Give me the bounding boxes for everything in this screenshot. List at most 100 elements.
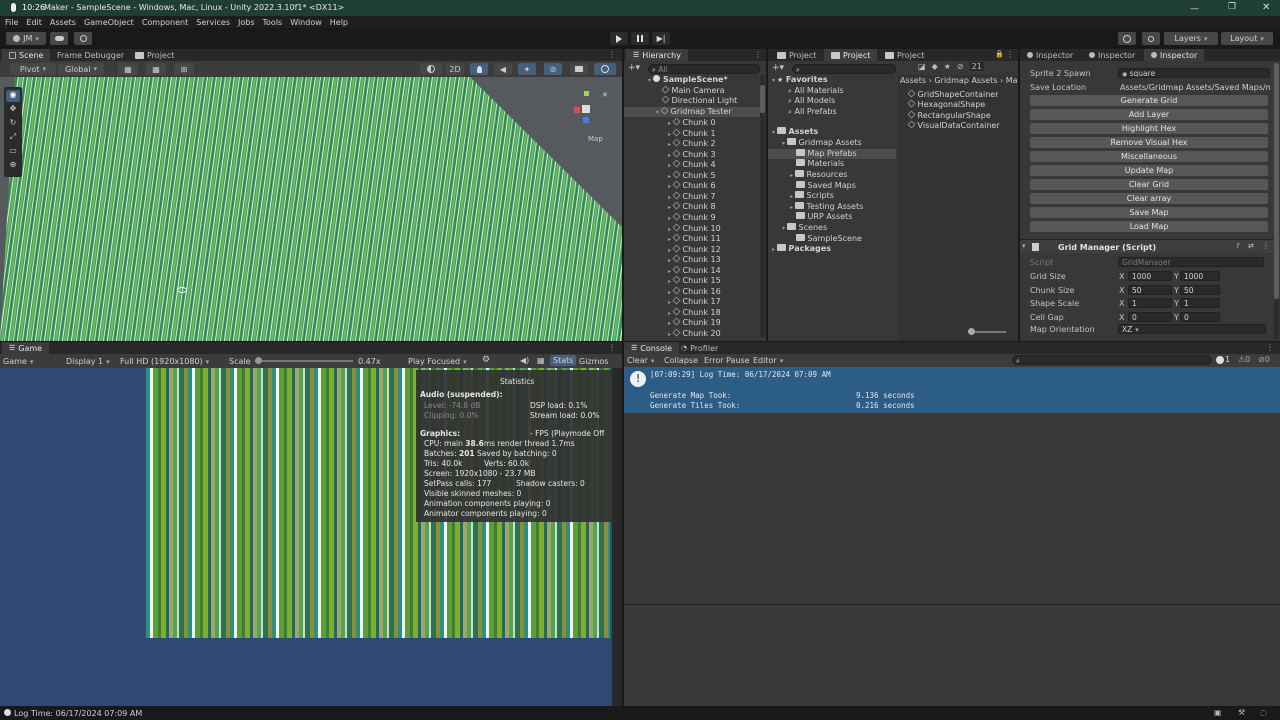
account-dropdown[interactable]: JM xyxy=(6,32,46,45)
grid-size-x-field[interactable]: 1000 xyxy=(1128,271,1172,281)
tab-frame-debugger[interactable]: Frame Debugger xyxy=(50,49,131,61)
menu-assets[interactable]: Assets xyxy=(50,18,76,27)
folder-urp-assets[interactable]: URP Assets xyxy=(796,212,852,222)
audio-toggle[interactable]: ◀ xyxy=(494,63,512,75)
sprite-spawn-field[interactable]: ◉ square xyxy=(1118,68,1270,78)
miscellaneous-button[interactable]: Miscellaneous xyxy=(1030,151,1268,162)
minimize-icon[interactable]: — xyxy=(1190,4,1199,14)
rect-tool-icon[interactable]: ▭ xyxy=(6,146,20,158)
debug-mode-icon[interactable]: ⚒ xyxy=(1238,708,1245,717)
hierarchy-item-chunk[interactable]: ▸ Chunk 16 xyxy=(666,286,721,297)
resolution-dropdown[interactable]: Full HD (1920x1080) xyxy=(120,357,209,366)
layers-dropdown[interactable]: Layers xyxy=(1164,32,1218,45)
hierarchy-item-chunk[interactable]: ▸ Chunk 0 xyxy=(666,118,716,128)
camera-settings-button[interactable] xyxy=(570,63,588,75)
remove-visual-hex-button[interactable]: Remove Visual Hex xyxy=(1030,137,1268,148)
cache-server-icon[interactable]: ◌ xyxy=(1260,708,1267,717)
menu-window[interactable]: Window xyxy=(290,18,322,27)
hierarchy-item-chunk[interactable]: ▸ Chunk 20 xyxy=(666,329,721,339)
lock-icon[interactable]: 🔒 xyxy=(995,50,1004,58)
folder-testing-assets[interactable]: ▸ Testing Assets xyxy=(788,202,863,212)
orientation-gizmo[interactable]: ✕ Map xyxy=(566,91,608,143)
shape-scale-x-field[interactable]: 1 xyxy=(1128,298,1172,308)
create-asset-button[interactable]: +▾ xyxy=(772,63,784,73)
2d-toggle[interactable]: 2D xyxy=(446,63,464,75)
clear-array-button[interactable]: Clear array xyxy=(1030,193,1268,204)
folder-saved-maps[interactable]: Saved Maps xyxy=(796,181,856,191)
folder-materials[interactable]: Materials xyxy=(796,159,844,169)
fav-item-all-models[interactable]: ⌕ All Models xyxy=(788,96,835,106)
global-dropdown[interactable]: Global xyxy=(58,63,104,75)
pivot-dropdown[interactable]: Pivot xyxy=(10,63,56,75)
hierarchy-item-chunk[interactable]: ▸ Chunk 17 xyxy=(666,297,721,307)
hierarchy-item-chunk[interactable]: ▸ Chunk 19 xyxy=(666,318,721,328)
rotate-tool-icon[interactable]: ↻ xyxy=(6,118,20,130)
update-map-button[interactable]: Update Map xyxy=(1030,165,1268,176)
scale-slider[interactable] xyxy=(255,357,353,364)
close-icon[interactable]: ✕ xyxy=(1262,2,1270,13)
game-viewport[interactable]: Statistics Audio (suspended): Level: -74… xyxy=(0,368,612,706)
display-dropdown[interactable]: Display 1 xyxy=(66,357,110,366)
gridmap-assets-row[interactable]: ▾ Gridmap Assets xyxy=(780,138,862,148)
preset-icon[interactable]: ⇄ xyxy=(1248,242,1254,250)
search-button[interactable] xyxy=(1142,32,1160,45)
cell-gap-x-field[interactable]: 0 xyxy=(1128,311,1172,322)
file-grid-shape-container[interactable]: GridShapeContainer xyxy=(908,90,998,100)
icon-size-handle[interactable] xyxy=(968,328,975,335)
tab-inspector-3[interactable]: Inspector xyxy=(1144,49,1205,61)
progress-icon[interactable]: ▣ xyxy=(1214,708,1222,717)
file-rectangular-shape[interactable]: RectangularShape xyxy=(908,111,991,121)
hierarchy-item-main-camera[interactable]: Main Camera xyxy=(662,86,725,96)
history-button[interactable] xyxy=(1118,32,1136,45)
menu-component[interactable]: Component xyxy=(142,18,188,27)
file-hexagonal-shape[interactable]: HexagonalShape xyxy=(908,100,985,110)
tab-scene[interactable]: Scene xyxy=(2,49,51,61)
maximize-icon[interactable]: ❐ xyxy=(1228,2,1236,12)
tab-project-scene[interactable]: Project xyxy=(128,49,181,61)
expand-arrow-icon[interactable]: ▸ xyxy=(666,151,673,160)
hierarchy-item-chunk[interactable]: ▸ Chunk 12 xyxy=(666,244,721,255)
game-view-dropdown[interactable]: Game xyxy=(3,357,59,366)
tab-inspector-2[interactable]: Inspector xyxy=(1082,49,1142,61)
tab-project-2[interactable]: Project xyxy=(824,49,878,61)
load-map-button[interactable]: Load Map xyxy=(1030,221,1268,232)
effects-toggle[interactable]: ✦ xyxy=(518,63,536,75)
pause-button[interactable] xyxy=(631,32,649,45)
error-count-icon[interactable]: ⊘0 xyxy=(1258,355,1270,364)
help-icon[interactable]: ? xyxy=(1236,242,1240,250)
filter-type-icon[interactable]: ◪ xyxy=(918,62,926,71)
gizmo-close-icon[interactable]: ✕ xyxy=(602,91,608,99)
hierarchy-item-chunk[interactable]: ▸ Chunk 14 xyxy=(666,265,721,276)
step-button[interactable]: ▶| xyxy=(652,32,670,45)
tab-console[interactable]: ☰ Console xyxy=(624,342,680,354)
scenes-row[interactable]: ▾ Scenes xyxy=(780,223,827,233)
hierarchy-item-chunk[interactable]: ▸ Chunk 5 xyxy=(666,170,716,181)
stats-grid-icon[interactable]: ▦ xyxy=(537,356,545,365)
breadcrumb-map-prefabs[interactable]: Ma xyxy=(1006,76,1018,85)
map-orientation-dropdown[interactable]: XZ xyxy=(1118,324,1266,334)
hierarchy-item-chunk[interactable]: ▸ Chunk 6 xyxy=(666,181,716,191)
clear-button[interactable]: Clear xyxy=(627,356,654,365)
add-object-button[interactable]: +▾ xyxy=(628,63,640,73)
hierarchy-scrollbar[interactable] xyxy=(760,75,765,337)
panel-menu-icon[interactable]: ⋮ xyxy=(608,343,616,352)
expand-arrow-icon[interactable]: ▸ xyxy=(666,267,673,276)
hidden-objects-toggle[interactable]: ⊘ xyxy=(544,63,562,75)
hierarchy-item-chunk[interactable]: ▸ Chunk 18 xyxy=(666,307,721,318)
hierarchy-item-chunk[interactable]: ▸ Chunk 1 xyxy=(666,128,716,139)
hierarchy-search[interactable]: ⌕ All xyxy=(648,64,760,74)
save-map-button[interactable]: Save Map xyxy=(1030,207,1268,218)
menu-help[interactable]: Help xyxy=(330,18,348,27)
tab-hierarchy[interactable]: ☰ Hierarchy xyxy=(626,49,688,61)
scrollbar-thumb[interactable] xyxy=(1274,63,1279,299)
panel-menu-icon[interactable]: ⋮ xyxy=(754,50,762,59)
folder-scripts[interactable]: ▸ Scripts xyxy=(788,191,834,201)
hierarchy-item-chunk[interactable]: ▸ Chunk 7 xyxy=(666,191,716,202)
tab-project-3[interactable]: Project xyxy=(878,49,931,61)
panel-menu-icon[interactable]: ⋮ xyxy=(1266,343,1274,352)
expand-arrow-icon[interactable]: ▸ xyxy=(666,172,673,181)
tab-inspector-1[interactable]: Inspector xyxy=(1020,49,1080,61)
project-search[interactable]: ⌕ xyxy=(792,64,896,74)
folder-resources[interactable]: ▸ Resources xyxy=(788,170,847,180)
play-button[interactable] xyxy=(610,32,628,45)
